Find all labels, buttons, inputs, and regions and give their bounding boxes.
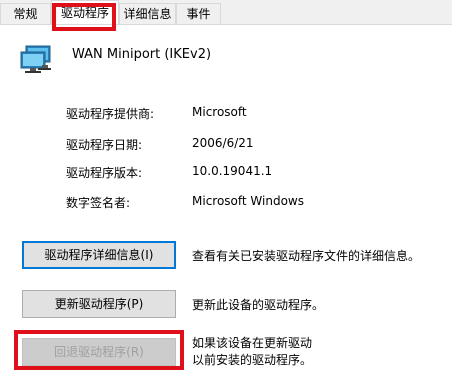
driver-details-description: 查看有关已安装驱动程序文件的详细信息。: [192, 249, 421, 263]
provider-value: Microsoft: [192, 105, 247, 119]
signer-label: 数字签名者:: [66, 196, 131, 210]
tab-driver[interactable]: 驱动程序: [51, 0, 119, 25]
update-driver-button[interactable]: 更新驱动程序(P): [22, 290, 176, 318]
device-name: WAN Miniport (IKEv2): [72, 47, 212, 62]
rollback-description-line-2: 以前安装的驱动程序。: [192, 353, 313, 367]
update-driver-description: 更新此设备的驱动程序。: [192, 298, 325, 312]
rollback-driver-description: 如果该设备在更新驱动 以前安装的驱动程序。: [192, 335, 312, 369]
date-value: 2006/6/21: [192, 136, 254, 150]
network-adapter-icon: [20, 45, 52, 75]
driver-details-button[interactable]: 驱动程序详细信息(I): [22, 241, 176, 269]
tab-details[interactable]: 详细信息: [119, 3, 176, 24]
rollback-driver-button[interactable]: 回退驱动程序(R): [22, 338, 176, 366]
rollback-description-line-1: 如果该设备在更新驱动: [192, 336, 313, 350]
tab-strip: 常规 驱动程序 详细信息 事件: [0, 0, 452, 25]
tab-general[interactable]: 常规: [0, 3, 51, 24]
signer-value: Microsoft Windows: [192, 194, 304, 208]
version-label: 驱动程序版本:: [66, 166, 143, 180]
tab-events[interactable]: 事件: [176, 3, 221, 24]
version-value: 10.0.19041.1: [192, 164, 273, 178]
date-label: 驱动程序日期:: [66, 138, 143, 152]
provider-label: 驱动程序提供商:: [66, 107, 155, 121]
